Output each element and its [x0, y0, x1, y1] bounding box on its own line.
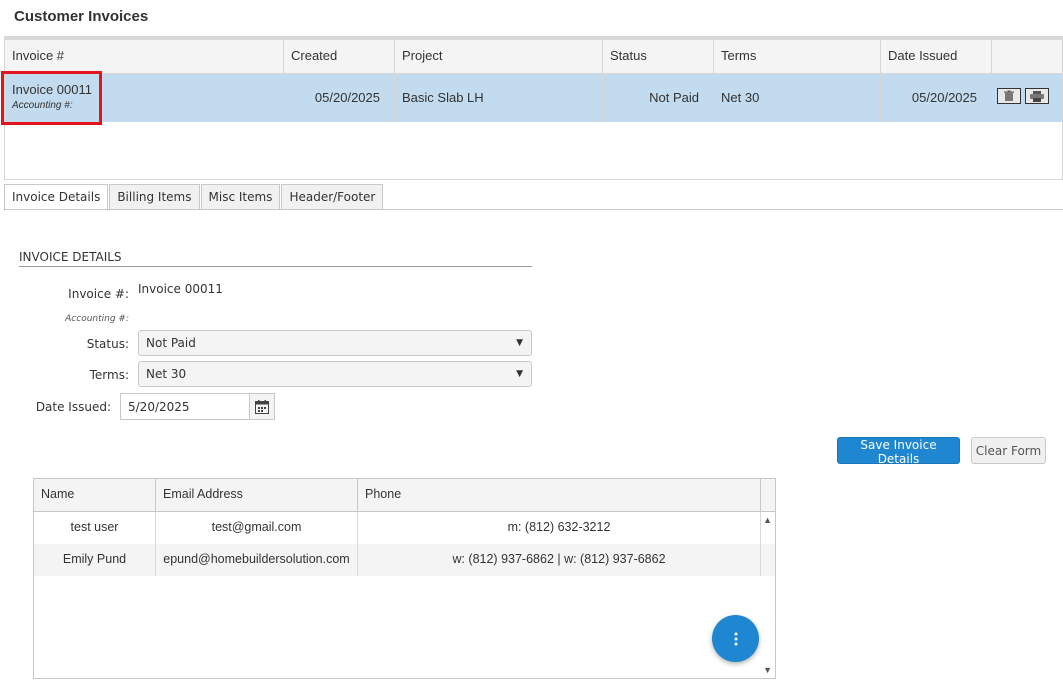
invoice-cell[interactable]: Invoice 00011 Accounting #:: [1, 71, 284, 125]
table-row[interactable]: Emily Pund epund@homebuildersolution.com…: [34, 544, 775, 576]
contact-name: test user: [34, 512, 156, 544]
tab-header-footer[interactable]: Header/Footer: [281, 184, 384, 210]
scroll-down-icon[interactable]: ▼: [763, 665, 772, 675]
column-header-actions: [992, 40, 1062, 73]
contact-phone: m: (812) 632-3212: [358, 512, 761, 544]
column-header-invoice[interactable]: Invoice #: [5, 40, 284, 73]
page-title: Customer Invoices: [14, 8, 149, 25]
contacts-table: Name Email Address Phone test user test@…: [33, 478, 776, 679]
print-icon: [1030, 90, 1044, 102]
delete-button[interactable]: [997, 88, 1021, 104]
column-header-name[interactable]: Name: [34, 479, 156, 511]
date-issued-cell: 05/20/2025: [881, 74, 992, 122]
clear-form-button[interactable]: Clear Form: [971, 437, 1046, 464]
column-header-date-issued[interactable]: Date Issued: [881, 40, 992, 73]
date-issued-label: Date Issued:: [35, 400, 111, 414]
terms-label: Terms:: [89, 368, 129, 382]
calendar-button[interactable]: [249, 394, 274, 419]
status-select-value: Not Paid: [146, 336, 196, 350]
scroll-up-icon[interactable]: ▲: [763, 515, 772, 525]
table-row[interactable]: Invoice 00011 Accounting #: 05/20/2025 B…: [1, 71, 1062, 125]
column-header-phone[interactable]: Phone: [358, 479, 761, 511]
contact-email: epund@homebuildersolution.com: [156, 544, 358, 576]
terms-select[interactable]: Net 30 ▼: [138, 361, 532, 387]
status-cell: Not Paid: [603, 74, 714, 122]
highlight-box: [1, 71, 102, 125]
date-issued-input[interactable]: 5/20/2025: [120, 393, 275, 420]
tab-invoice-details[interactable]: Invoice Details: [4, 184, 109, 211]
terms-select-value: Net 30: [146, 367, 187, 381]
contact-email: test@gmail.com: [156, 512, 358, 544]
tab-bar: Invoice Details Billing Items Misc Items…: [4, 184, 384, 211]
calendar-icon: [255, 399, 269, 414]
print-button[interactable]: [1025, 88, 1049, 104]
chevron-down-icon: ▼: [516, 369, 523, 379]
save-invoice-details-button[interactable]: Save Invoice Details: [837, 437, 960, 466]
actions-cell: [992, 74, 1062, 122]
section-title: INVOICE DETAILS: [19, 250, 532, 267]
project-cell: Basic Slab LH: [395, 74, 603, 122]
contact-name: Emily Pund: [34, 544, 156, 576]
column-header-terms[interactable]: Terms: [714, 40, 881, 73]
contact-phone: w: (812) 937-6862 | w: (812) 937-6862: [358, 544, 761, 576]
tab-billing-items[interactable]: Billing Items: [109, 184, 200, 210]
status-label: Status:: [86, 337, 129, 351]
invoice-value: Invoice 00011: [138, 282, 223, 296]
column-header-status[interactable]: Status: [603, 40, 714, 73]
invoice-label: Invoice #:: [68, 287, 129, 301]
status-select[interactable]: Not Paid ▼: [138, 330, 532, 356]
trash-icon: [1004, 90, 1014, 101]
terms-cell: Net 30: [714, 74, 881, 122]
created-cell: 05/20/2025: [284, 74, 395, 122]
table-row[interactable]: test user test@gmail.com m: (812) 632-32…: [34, 512, 775, 544]
scrollbar-header: [761, 479, 775, 511]
column-header-project[interactable]: Project: [395, 40, 603, 73]
chevron-down-icon: ▼: [516, 338, 523, 348]
tab-misc-items[interactable]: Misc Items: [200, 184, 281, 210]
column-header-created[interactable]: Created: [284, 40, 395, 73]
contacts-header: Name Email Address Phone: [34, 479, 775, 512]
more-vertical-icon: [734, 632, 737, 645]
column-header-email[interactable]: Email Address: [156, 479, 358, 511]
date-issued-value: 5/20/2025: [128, 400, 190, 414]
more-actions-button[interactable]: [712, 615, 759, 662]
invoice-grid: Invoice # Created Project Status Terms D…: [1, 36, 1063, 180]
accounting-label: Accounting #:: [65, 314, 129, 324]
tab-divider: [4, 209, 1063, 210]
invoice-grid-header: Invoice # Created Project Status Terms D…: [5, 40, 1062, 74]
